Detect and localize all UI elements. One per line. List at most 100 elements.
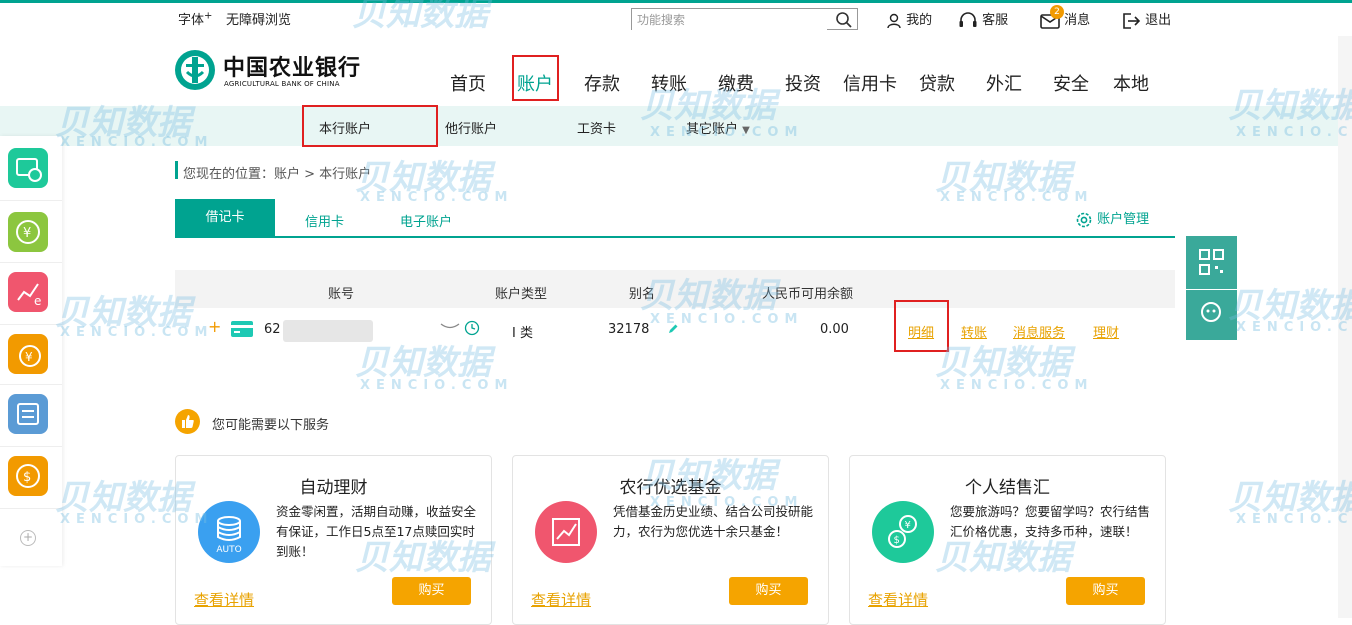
- bank-logo[interactable]: 中国农业银行 AGRICULTURAL BANK OF CHINA: [175, 48, 385, 94]
- subnav-other-accounts[interactable]: 其它账户 ▼: [686, 118, 750, 137]
- th-alias: 别名: [629, 287, 656, 302]
- clock-icon[interactable]: [464, 320, 480, 336]
- user-icon: [887, 13, 901, 28]
- service-label: 客服: [982, 13, 1009, 28]
- watermark-en: XENCIO.COM: [940, 378, 1094, 393]
- qr-code-icon[interactable]: [1186, 236, 1237, 289]
- service-card-more-link[interactable]: 查看详情: [531, 589, 591, 610]
- service-card-title: 自动理财: [299, 478, 368, 498]
- nav-local[interactable]: 本地: [1113, 70, 1149, 96]
- nav-forex[interactable]: 外汇: [986, 70, 1022, 96]
- account-number: 62: [264, 322, 281, 337]
- tab-electronic-account[interactable]: 电子账户: [400, 211, 452, 230]
- dollar-coin-icon[interactable]: $: [8, 456, 48, 496]
- deposit-card-icon[interactable]: [8, 148, 48, 188]
- search-icon[interactable]: [835, 11, 853, 29]
- watermark: 贝知数据: [55, 293, 191, 333]
- sub-nav: [0, 106, 1352, 146]
- breadcrumb: 您现在的位置：账户 > 本行账户: [183, 167, 372, 182]
- th-account-type: 账户类型: [495, 287, 548, 302]
- thumbs-up-icon: [175, 409, 200, 434]
- service-card-more-link[interactable]: 查看详情: [868, 589, 928, 610]
- account-management-label: 账户管理: [1097, 212, 1150, 227]
- account-management-link[interactable]: 账户管理: [1075, 208, 1149, 229]
- font-size-toggle[interactable]: 字体+: [178, 9, 212, 28]
- tab-credit-card[interactable]: 信用卡: [305, 211, 344, 230]
- nav-investment[interactable]: 投资: [785, 70, 821, 96]
- nav-home[interactable]: 首页: [450, 70, 486, 96]
- nav-security[interactable]: 安全: [1053, 70, 1089, 96]
- font-label: 字体: [178, 13, 205, 28]
- svg-text:$: $: [894, 535, 900, 546]
- dropdown-caret-icon: ▼: [742, 125, 750, 136]
- buy-button[interactable]: 购买: [729, 577, 808, 605]
- buy-button[interactable]: 购买: [392, 577, 471, 605]
- mine-link[interactable]: 我的: [886, 9, 932, 29]
- coin-yuan-icon[interactable]: ¥: [8, 334, 48, 374]
- tab-underline: [175, 236, 1175, 238]
- watermark-en: XENCIO.COM: [1236, 320, 1352, 335]
- nav-transfer[interactable]: 转账: [651, 70, 687, 96]
- nav-deposit[interactable]: 存款: [584, 70, 620, 96]
- account-number-masked: [283, 320, 373, 342]
- edit-pencil-icon[interactable]: [667, 323, 679, 335]
- left-quick-bar: ¥ e ¥ $ +: [0, 136, 62, 566]
- bank-emblem-icon: [175, 50, 215, 90]
- add-shortcut-icon[interactable]: +: [20, 530, 36, 546]
- chart-trend-icon: [535, 501, 597, 563]
- service-card-desc: 资金零闲置，活期自动赚，收益安全有保证，工作日5点至17点赎回实时到账！: [276, 504, 477, 559]
- nav-loan[interactable]: 贷款: [919, 70, 955, 96]
- subnav-salary-card[interactable]: 工资卡: [577, 118, 616, 137]
- chart-e-icon[interactable]: e: [8, 272, 48, 312]
- nav-credit-card[interactable]: 信用卡: [843, 70, 897, 96]
- bank-name-en: AGRICULTURAL BANK OF CHINA: [224, 80, 340, 88]
- logout-link[interactable]: 退出: [1121, 9, 1171, 30]
- transfer-link[interactable]: 转账: [961, 322, 987, 341]
- mine-label: 我的: [906, 13, 933, 28]
- wealth-management-link[interactable]: 理财: [1093, 322, 1119, 341]
- svg-text:¥: ¥: [25, 350, 33, 364]
- message-service-link[interactable]: 消息服务: [1013, 322, 1065, 341]
- svg-text:¥: ¥: [23, 226, 31, 241]
- subnav-own-account-highlight: [302, 105, 438, 147]
- watermark: 贝知数据: [355, 158, 491, 198]
- customer-service-float-icon[interactable]: [1186, 290, 1237, 340]
- service-card-title: 个人结售汇: [965, 478, 1050, 498]
- logout-icon: [1123, 12, 1141, 29]
- nav-payment[interactable]: 缴费: [718, 70, 754, 96]
- accessibility-link[interactable]: 无障碍浏览: [226, 9, 291, 28]
- font-plus: +: [204, 10, 213, 22]
- coins-stack-icon: AUTO: [198, 501, 260, 563]
- nav-account-highlight: [512, 55, 559, 101]
- messages-label: 消息: [1064, 13, 1091, 28]
- eye-closed-icon[interactable]: [440, 321, 460, 331]
- watermark-en: XENCIO.COM: [940, 190, 1094, 205]
- subnav-other-account[interactable]: 他行账户: [445, 118, 497, 137]
- balance-value: 0.00: [820, 322, 849, 337]
- gear-icon: [1076, 212, 1092, 227]
- search-input[interactable]: [632, 10, 827, 30]
- logout-label: 退出: [1145, 13, 1172, 28]
- messages-link[interactable]: 2 消息: [1040, 4, 1091, 29]
- watermark: 贝知数据: [55, 478, 191, 518]
- watermark-en: XENCIO.COM: [1236, 512, 1352, 527]
- subnav-other-accounts-label: 其它账户: [686, 122, 739, 137]
- service-link[interactable]: 客服: [958, 9, 1008, 30]
- th-account-no: 账号: [328, 287, 355, 302]
- watermark-en: XENCIO.COM: [360, 378, 514, 393]
- expand-row-button[interactable]: +: [208, 317, 221, 336]
- yuan-cycle-icon[interactable]: ¥: [8, 212, 48, 252]
- service-card-more-link[interactable]: 查看详情: [194, 589, 254, 610]
- service-card-forex: 个人结售汇 ¥ $ 您要旅游吗？您要留学吗？农行结售汇价格优惠，支持多币种，速联！…: [849, 455, 1166, 625]
- buy-button[interactable]: 购买: [1066, 577, 1145, 605]
- tab-debit-card[interactable]: 借记卡: [175, 199, 275, 237]
- watermark-en: XENCIO.COM: [60, 325, 214, 340]
- watermark-en: XENCIO.COM: [360, 190, 514, 205]
- service-card-title: 农行优选基金: [619, 478, 722, 498]
- scrollbar[interactable]: [1338, 36, 1352, 618]
- auto-icon-label: AUTO: [216, 545, 242, 555]
- service-card-desc: 您要旅游吗？您要留学吗？农行结售汇价格优惠，支持多币种，速联！: [950, 504, 1151, 539]
- services-title: 您可能需要以下服务: [212, 418, 330, 433]
- headset-icon: [959, 11, 977, 27]
- transfer-document-icon[interactable]: [8, 394, 48, 434]
